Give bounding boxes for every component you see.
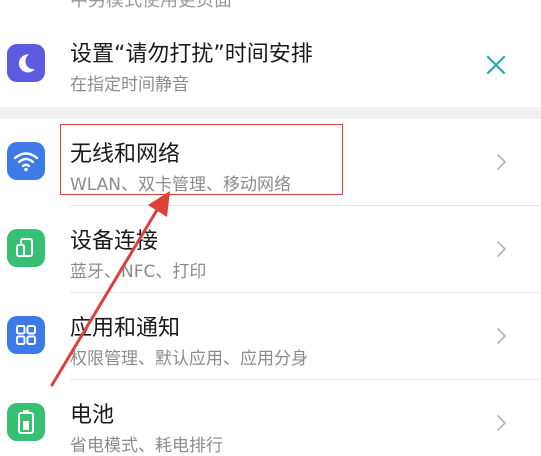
device-connectivity-subtitle: 蓝牙、NFC、打印 — [70, 262, 207, 282]
section-gap — [0, 107, 541, 119]
wifi-icon — [7, 142, 45, 180]
chevron-right-icon — [497, 154, 506, 170]
close-icon[interactable] — [485, 54, 507, 76]
partial-top-text: 中另模式使用更页面 — [70, 0, 232, 11]
chevron-right-icon — [497, 415, 506, 431]
settings-item-battery[interactable]: 电池 省电模式、耗电排行 — [0, 380, 541, 456]
apps-title: 应用和通知 — [70, 316, 181, 341]
dnd-schedule-row[interactable]: 设置“请勿打扰”时间安排 在指定时间静音 — [0, 22, 541, 107]
battery-icon — [7, 403, 45, 441]
settings-item-device-connectivity[interactable]: 设备连接 蓝牙、NFC、打印 — [0, 206, 541, 292]
moon-icon — [7, 44, 45, 82]
apps-grid-icon — [7, 316, 45, 354]
chevron-right-icon — [497, 241, 506, 257]
battery-title: 电池 — [70, 403, 115, 428]
apps-subtitle: 权限管理、默认应用、应用分身 — [70, 349, 308, 369]
dnd-title: 设置“请勿打扰”时间安排 — [70, 42, 313, 67]
battery-subtitle: 省电模式、耗电排行 — [70, 436, 223, 456]
device-connectivity-title: 设备连接 — [70, 229, 159, 254]
partial-top-row: 中另模式使用更页面 — [0, 0, 541, 22]
dnd-subtitle: 在指定时间静音 — [70, 75, 189, 95]
annotation-highlight-box — [60, 124, 343, 195]
device-connect-icon — [7, 229, 45, 267]
chevron-right-icon — [497, 328, 506, 344]
settings-item-apps[interactable]: 应用和通知 权限管理、默认应用、应用分身 — [0, 293, 541, 379]
